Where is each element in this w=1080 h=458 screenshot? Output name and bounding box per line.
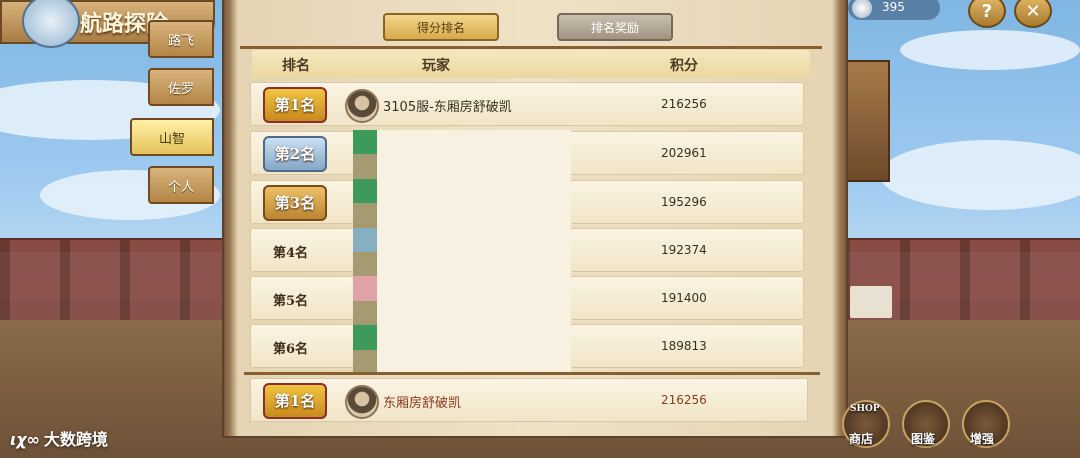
atlas-label: 图鉴 <box>911 432 936 446</box>
currency-display: 395 <box>848 0 940 20</box>
player-name: 3105服-东厢房舒破凯 <box>383 100 512 115</box>
player-points: 216256 <box>661 393 707 407</box>
rank-medal-bronze: 第3名 <box>263 185 327 221</box>
rank-label: 第5名 <box>273 294 309 309</box>
player-points: 216256 <box>661 97 707 111</box>
rank-label: 第4名 <box>273 246 309 261</box>
watermark: ιχ∞ 大数跨境 <box>10 426 108 450</box>
player-points: 192374 <box>661 243 707 257</box>
avatar <box>345 89 379 123</box>
header-rank: 排名 <box>282 58 310 74</box>
privacy-mosaic <box>353 130 377 374</box>
side-tab-zoro[interactable]: 佐罗 <box>148 68 214 106</box>
privacy-redaction <box>377 130 571 374</box>
player-points: 195296 <box>661 195 707 209</box>
rank-medal-gold: 第1名 <box>263 87 327 123</box>
rank-label: 第3名 <box>274 194 316 212</box>
my-ranking-row: 第1名 东厢房舒破凯 216256 <box>250 378 808 422</box>
shop-sign-label: SHOP <box>850 404 880 414</box>
player-points: 191400 <box>661 291 707 305</box>
currency-value: 395 <box>882 0 905 14</box>
side-tab-luffy[interactable]: 路飞 <box>148 20 214 58</box>
side-tab-sanji[interactable]: 山智 <box>130 118 214 156</box>
player-name: 东厢房舒破凯 <box>383 396 462 411</box>
header-points: 积分 <box>670 58 698 74</box>
cloud <box>900 30 1080 70</box>
watermark-text: 大数跨境 <box>43 430 108 449</box>
tab-score-ranking[interactable]: 得分排名 <box>383 13 499 41</box>
self-divider <box>244 372 820 375</box>
boost-label: 增强 <box>970 432 995 446</box>
notice-board <box>846 60 890 182</box>
tab-divider <box>240 46 822 49</box>
tab-ranking-rewards[interactable]: 排名奖励 <box>557 13 673 41</box>
compass-icon <box>22 0 80 48</box>
deck-sign <box>850 286 892 318</box>
header-player: 玩家 <box>422 58 450 74</box>
ranking-row[interactable]: 第1名 3105服-东厢房舒破凯 216256 <box>250 82 804 126</box>
watermark-logo-icon: ιχ∞ <box>10 430 40 449</box>
player-points: 189813 <box>661 339 707 353</box>
rank-medal-gold: 第1名 <box>263 383 327 419</box>
rank-label: 第1名 <box>274 392 316 410</box>
rank-label: 第2名 <box>274 145 316 163</box>
rank-label: 第1名 <box>274 96 316 114</box>
coin-icon <box>852 0 872 18</box>
rank-label: 第6名 <box>273 342 309 357</box>
ranking-header: 排名 玩家 积分 <box>252 50 810 78</box>
shop-label: 商店 <box>849 432 874 446</box>
rank-medal-silver: 第2名 <box>263 136 327 172</box>
side-tab-personal[interactable]: 个人 <box>148 166 214 204</box>
avatar <box>345 385 379 419</box>
player-points: 202961 <box>661 146 707 160</box>
